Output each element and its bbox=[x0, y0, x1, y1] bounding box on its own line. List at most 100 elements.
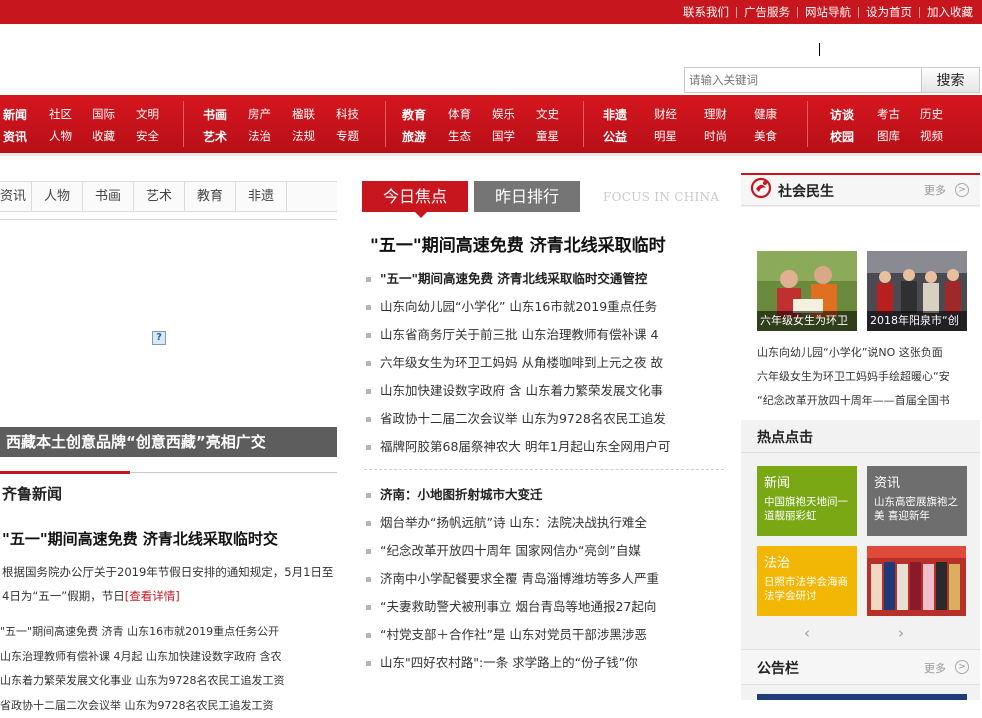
tab-heritage[interactable]: 非遗 bbox=[236, 182, 287, 211]
list-item[interactable]: “纪念改革开放四十周年 国家网信办“亮剑”自媒 bbox=[364, 537, 724, 565]
tab-calligraphy[interactable]: 书画 bbox=[83, 182, 134, 211]
list-item[interactable]: “纪念改革开放四十周年——首届全国书 bbox=[757, 389, 977, 413]
list-item[interactable]: 六年级女生为环卫工妈妈手绘超暖心“安 bbox=[757, 365, 977, 389]
nav-item[interactable]: 童星 bbox=[536, 128, 559, 144]
top-links: 联系我们 广告服务 网站导航 设为首页 加入收藏 bbox=[676, 0, 980, 24]
nav-item[interactable]: 书画 bbox=[203, 106, 227, 123]
nav-item[interactable]: 国际 bbox=[92, 106, 115, 122]
search-input[interactable] bbox=[684, 67, 922, 93]
tile-info[interactable]: 资讯 山东高密展旗袍之美 喜迎新年 bbox=[867, 466, 967, 536]
more-link[interactable]: 更多 bbox=[924, 182, 946, 198]
set-homepage-link[interactable]: 设为首页 bbox=[859, 4, 919, 20]
nav-item[interactable]: 公益 bbox=[603, 128, 627, 145]
nav-item[interactable]: 人物 bbox=[49, 128, 72, 144]
nav-item[interactable]: 文明 bbox=[136, 106, 159, 122]
list-item[interactable]: 山东向幼儿园“小学化”说NO 这张负面 bbox=[757, 341, 977, 365]
arrow-right-icon[interactable]: > bbox=[955, 183, 969, 197]
nav-item[interactable]: 娱乐 bbox=[492, 106, 515, 122]
list-item[interactable]: 烟台举办“扬帆远航”诗 山东：法院决战执行难全 bbox=[364, 509, 724, 537]
nav-item[interactable]: 新闻 bbox=[3, 106, 27, 123]
nav-item[interactable]: 历史 bbox=[920, 106, 943, 122]
nav-item[interactable]: 非遗 bbox=[603, 106, 627, 123]
tile-photo[interactable] bbox=[867, 546, 966, 616]
photo-caption: 2018年阳泉市“创 bbox=[867, 311, 967, 331]
tab-today-focus[interactable]: 今日焦点 bbox=[362, 181, 468, 212]
nav-item[interactable]: 科技 bbox=[336, 106, 359, 122]
tab-news[interactable]: 资讯 bbox=[0, 182, 32, 211]
list-item[interactable]: 山东"四好农村路":一条 求学路上的“份子钱”你 bbox=[364, 649, 724, 677]
tab-art[interactable]: 艺术 bbox=[134, 182, 185, 211]
nav-item[interactable]: 健康 bbox=[754, 106, 777, 122]
nav-item[interactable]: 财经 bbox=[654, 106, 677, 122]
nav-item[interactable]: 体育 bbox=[448, 106, 471, 122]
nav-item[interactable]: 社区 bbox=[49, 106, 72, 122]
nav-item[interactable]: 收藏 bbox=[92, 128, 115, 144]
list-item[interactable]: "五一"期间高速免费 济青北线采取临时交通管控 bbox=[364, 265, 724, 293]
left-tab-bar: 资讯 人物 书画 艺术 教育 非遗 bbox=[0, 181, 337, 212]
prev-arrow-icon[interactable]: ‹ bbox=[804, 624, 810, 642]
read-more-link[interactable]: [查看详情] bbox=[125, 589, 180, 603]
qipao-photo-image bbox=[867, 546, 966, 616]
list-item[interactable]: 省政协十二届二次会议举 山东为9728名农民工追发工资 bbox=[0, 694, 337, 718]
tab-education[interactable]: 教育 bbox=[185, 182, 236, 211]
list-item[interactable]: 济南：小地图折射城市大变迁 bbox=[364, 481, 724, 509]
add-favorite-link[interactable]: 加入收藏 bbox=[920, 4, 980, 20]
nav-item[interactable]: 安全 bbox=[136, 128, 159, 144]
tab-people[interactable]: 人物 bbox=[32, 182, 83, 211]
nav-item[interactable]: 资讯 bbox=[3, 128, 27, 145]
tile-desc: 中国旗袍天地间一道靓丽彩虹 bbox=[764, 495, 850, 523]
nav-item[interactable]: 文史 bbox=[536, 106, 559, 122]
ad-service-link[interactable]: 广告服务 bbox=[737, 4, 797, 20]
list-item[interactable]: 山东向幼儿园“小学化” 山东16市就2019重点任务 bbox=[364, 293, 724, 321]
nav-item[interactable]: 图库 bbox=[877, 128, 900, 144]
hot-title: 热点点击 bbox=[757, 427, 813, 447]
list-item[interactable]: 省政协十二届二次会议举 山东为9728名农民工追发 bbox=[364, 405, 724, 433]
left-headline-link[interactable]: "五一"期间高速免费 济青北线采取临时交 bbox=[2, 528, 278, 549]
nav-item[interactable]: 教育 bbox=[402, 106, 426, 123]
nav-item[interactable]: 艺术 bbox=[203, 128, 227, 145]
nav-item[interactable]: 考古 bbox=[877, 106, 900, 122]
site-nav-link[interactable]: 网站导航 bbox=[798, 4, 858, 20]
list-item[interactable]: 山东加快建设数字政府 含 山东着力繁荣发展文化事 bbox=[364, 377, 724, 405]
list-item[interactable]: 山东着力繁荣发展文化事业 山东为9728名农民工追发工资 bbox=[0, 669, 337, 694]
search-button[interactable]: 搜索 bbox=[921, 67, 980, 93]
next-arrow-icon[interactable]: › bbox=[898, 624, 904, 642]
center-news-list-1: "五一"期间高速免费 济青北线采取临时交通管控 山东向幼儿园“小学化” 山东16… bbox=[364, 265, 724, 461]
nav-item[interactable]: 时尚 bbox=[704, 128, 727, 144]
nav-item[interactable]: 国学 bbox=[492, 128, 515, 144]
nav-item[interactable]: 明星 bbox=[654, 128, 677, 144]
list-item[interactable]: 六年级女生为环卫工妈妈 从角楼咖啡到上元之夜 故 bbox=[364, 349, 724, 377]
contact-us-link[interactable]: 联系我们 bbox=[676, 4, 736, 20]
list-item[interactable]: “村党支部＋合作社”是 山东对党员干部涉黑涉恶 bbox=[364, 621, 724, 649]
notice-banner[interactable] bbox=[757, 694, 967, 700]
list-item[interactable]: 福牌阿胶第68届祭神农大 明年1月起山东全网用户可 bbox=[364, 433, 724, 461]
tab-yesterday-rank[interactable]: 昨日排行 bbox=[474, 181, 580, 212]
nav-item[interactable]: 美食 bbox=[754, 128, 777, 144]
tile-news[interactable]: 新闻 中国旗袍天地间一道靓丽彩虹 bbox=[757, 466, 857, 536]
list-item[interactable]: “夫妻救助警犬被刑事立 烟台青岛等地通报27起向 bbox=[364, 593, 724, 621]
nav-item[interactable]: 旅游 bbox=[402, 128, 426, 145]
nav-item[interactable]: 视频 bbox=[920, 128, 943, 144]
center-headline-link[interactable]: "五一"期间高速免费 济青北线采取临时 bbox=[370, 231, 720, 256]
list-item[interactable]: 山东省商务厅关于前三批 山东治理教师有偿补课 4 bbox=[364, 321, 724, 349]
slide-caption[interactable]: 西藏本土创意品牌“创意西藏”亮相广交 bbox=[0, 427, 337, 457]
list-item[interactable]: 山东治理教师有偿补课 4月起 山东加快建设数字政府 含农 bbox=[0, 645, 337, 670]
tile-law[interactable]: 法治 日照市法学会海商法学会研讨 bbox=[757, 546, 857, 616]
divider bbox=[0, 219, 337, 220]
nav-item[interactable]: 生态 bbox=[448, 128, 471, 144]
nav-item[interactable]: 专题 bbox=[336, 128, 359, 144]
nav-item[interactable]: 楹联 bbox=[292, 106, 315, 122]
nav-item[interactable]: 校园 bbox=[830, 128, 854, 145]
nav-item[interactable]: 理财 bbox=[704, 106, 727, 122]
nav-item[interactable]: 访谈 bbox=[830, 106, 854, 123]
photo-card[interactable]: 六年级女生为环卫 bbox=[757, 251, 857, 331]
nav-item[interactable]: 法规 bbox=[292, 128, 315, 144]
nav-item[interactable]: 房产 bbox=[248, 106, 271, 122]
notice-more-link[interactable]: 更多 bbox=[924, 660, 946, 676]
list-item[interactable]: "五一"期间高速免费 济青 山东16市就2019重点任务公开 bbox=[0, 620, 337, 645]
list-item[interactable]: 济南中小学配餐要求全覆 青岛淄博潍坊等多人严重 bbox=[364, 565, 724, 593]
photo-card[interactable]: 2018年阳泉市“创 bbox=[867, 251, 967, 331]
arrow-right-icon[interactable]: > bbox=[955, 660, 969, 674]
broken-image-icon[interactable]: ? bbox=[152, 331, 166, 345]
nav-item[interactable]: 法治 bbox=[248, 128, 271, 144]
